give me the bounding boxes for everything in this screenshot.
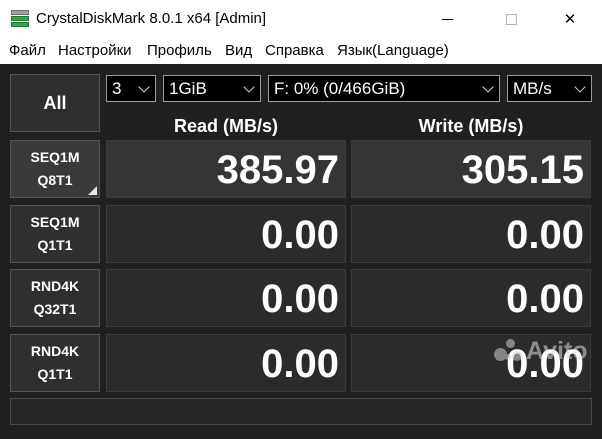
- all-tests-button[interactable]: All: [10, 74, 100, 132]
- test-name: SEQ1M: [30, 149, 80, 165]
- test-size-select[interactable]: 1GiB: [163, 75, 261, 102]
- write-result: 305.15: [351, 140, 591, 198]
- comment-field[interactable]: [10, 398, 592, 425]
- read-result: 0.00: [106, 334, 346, 392]
- unit-value: MB/s: [513, 79, 552, 98]
- read-result: 0.00: [106, 205, 346, 263]
- test-count-value: 3: [112, 79, 122, 98]
- close-button[interactable]: ✕: [547, 0, 593, 38]
- window-title: CrystalDiskMark 8.0.1 x64 [Admin]: [36, 10, 267, 27]
- chevron-down-icon: [243, 79, 257, 98]
- write-result: 0.00: [351, 205, 591, 263]
- menu-view[interactable]: Вид: [225, 42, 252, 59]
- test-count-select[interactable]: 3: [106, 75, 156, 102]
- maximize-button[interactable]: [488, 0, 534, 38]
- avito-logo-icon: [494, 339, 522, 363]
- crystaldiskmark-app-icon: [11, 10, 29, 28]
- test-size-value: 1GiB: [169, 79, 207, 98]
- drive-value: F: 0% (0/466GiB): [274, 79, 406, 98]
- maximize-icon: [505, 13, 517, 25]
- unit-select[interactable]: MB/s: [507, 75, 592, 102]
- test-params: Q1T1: [37, 237, 73, 253]
- read-result: 0.00: [106, 269, 346, 327]
- test-name: RND4K: [30, 278, 80, 294]
- test-button-rnd4k-q1t1[interactable]: RND4K Q1T1: [10, 334, 100, 392]
- minimize-icon: [441, 18, 453, 20]
- test-params: Q32T1: [33, 301, 77, 317]
- write-result: 0.00: [351, 269, 591, 327]
- menu-profile[interactable]: Профиль: [147, 42, 212, 59]
- corner-triangle-icon: [88, 186, 97, 195]
- avito-watermark-text: Avito: [526, 336, 588, 365]
- write-column-header: Write (MB/s): [418, 116, 524, 136]
- test-button-seq1m-q1t1[interactable]: SEQ1M Q1T1: [10, 205, 100, 263]
- menu-language[interactable]: Язык(Language): [337, 42, 449, 59]
- drive-select[interactable]: F: 0% (0/466GiB): [268, 75, 500, 102]
- test-name: RND4K: [30, 343, 80, 359]
- avito-watermark: Avito: [494, 336, 588, 365]
- read-column-header: Read (MB/s): [173, 116, 278, 136]
- chevron-down-icon: [138, 79, 152, 98]
- menu-bar: Файл Настройки Профиль Вид Справка Язык(…: [0, 38, 602, 64]
- chevron-down-icon: [574, 79, 588, 98]
- test-params: Q8T1: [37, 172, 73, 188]
- test-name: SEQ1M: [30, 214, 80, 230]
- test-button-rnd4k-q32t1[interactable]: RND4K Q32T1: [10, 269, 100, 327]
- close-icon: ✕: [563, 11, 577, 28]
- menu-help[interactable]: Справка: [265, 42, 324, 59]
- title-bar: CrystalDiskMark 8.0.1 x64 [Admin] ✕: [0, 0, 602, 38]
- test-button-seq1m-q8t1[interactable]: SEQ1M Q8T1: [10, 140, 100, 198]
- minimize-button[interactable]: [424, 0, 470, 38]
- test-params: Q1T1: [37, 366, 73, 382]
- menu-file[interactable]: Файл: [9, 42, 46, 59]
- menu-settings[interactable]: Настройки: [58, 42, 132, 59]
- chevron-down-icon: [482, 79, 496, 98]
- main-panel: All 3 1GiB F: 0% (0/466GiB) MB/s Read (M…: [0, 64, 602, 439]
- read-result: 385.97: [106, 140, 346, 198]
